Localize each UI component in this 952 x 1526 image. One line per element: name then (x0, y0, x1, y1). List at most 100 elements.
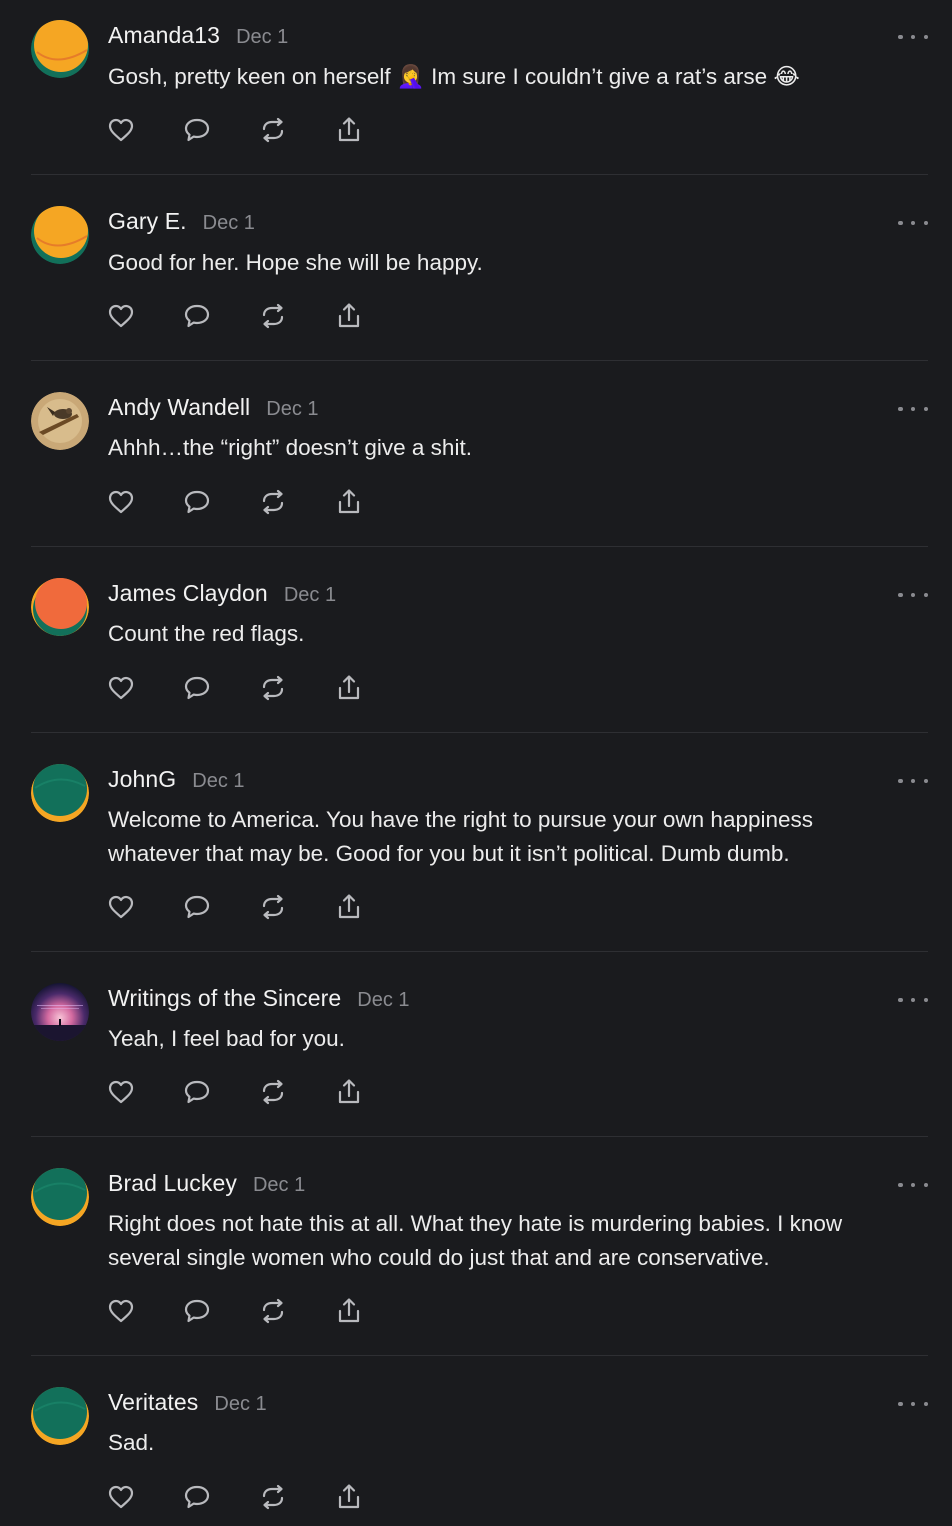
reply-button[interactable] (181, 1076, 213, 1108)
author-name[interactable]: Brad Luckey (108, 1170, 237, 1197)
like-button[interactable] (105, 1295, 137, 1327)
like-button[interactable] (105, 1481, 137, 1513)
heart-icon (108, 676, 134, 700)
restack-button[interactable] (257, 1295, 289, 1327)
heart-icon (108, 1485, 134, 1509)
reply-button[interactable] (181, 1481, 213, 1513)
comment-date[interactable]: Dec 1 (284, 584, 336, 607)
heart-icon (108, 304, 134, 328)
restack-button[interactable] (257, 891, 289, 923)
heart-icon (108, 490, 134, 514)
share-icon (338, 1484, 360, 1509)
heart-icon (108, 895, 134, 919)
share-button[interactable] (333, 1076, 365, 1108)
restack-button[interactable] (257, 114, 289, 146)
comment-body: Good for her. Hope she will be happy. (108, 246, 928, 280)
restack-button[interactable] (257, 1076, 289, 1108)
restack-button[interactable] (257, 300, 289, 332)
share-button[interactable] (333, 1295, 365, 1327)
comment-line: several single women who could do just t… (108, 1244, 770, 1270)
avatar[interactable] (31, 578, 89, 636)
reply-button[interactable] (181, 486, 213, 518)
comment-line: Good for her. Hope she will be happy. (108, 250, 483, 275)
comment-date[interactable]: Dec 1 (203, 212, 255, 235)
comment-date[interactable]: Dec 1 (266, 398, 318, 421)
like-button[interactable] (105, 300, 137, 332)
reply-button[interactable] (181, 1295, 213, 1327)
comment-line: Sad. (108, 1430, 155, 1455)
share-button[interactable] (333, 114, 365, 146)
like-button[interactable] (105, 891, 137, 923)
share-button[interactable] (333, 672, 365, 704)
author-name[interactable]: JohnG (108, 766, 176, 793)
comment-header: James Claydon Dec 1 (108, 580, 336, 610)
more-dots-icon[interactable] (898, 588, 928, 602)
more-dots-icon[interactable] (898, 1397, 928, 1411)
avatar[interactable] (31, 983, 89, 1041)
more-dots-icon[interactable] (898, 993, 928, 1007)
like-button[interactable] (105, 1076, 137, 1108)
share-button[interactable] (333, 891, 365, 923)
restack-icon (262, 117, 284, 143)
comment-date[interactable]: Dec 1 (253, 1174, 305, 1197)
avatar[interactable] (31, 1168, 89, 1226)
author-name[interactable]: Amanda13 (108, 22, 220, 49)
share-icon (338, 489, 360, 514)
divider (31, 1136, 928, 1137)
divider (31, 732, 928, 733)
share-button[interactable] (333, 486, 365, 518)
comment-header: Brad Luckey Dec 1 (108, 1170, 305, 1200)
comment-body: Gosh, pretty keen on herself 🤦‍♀️ Im sur… (108, 60, 928, 94)
comment-date[interactable]: Dec 1 (192, 770, 244, 793)
share-button[interactable] (333, 300, 365, 332)
restack-icon (262, 1079, 284, 1105)
more-dots-icon[interactable] (898, 30, 928, 44)
comment-date[interactable]: Dec 1 (357, 989, 409, 1012)
comment-line: Welcome to America. You have the right t… (108, 807, 814, 832)
avatar[interactable] (31, 1387, 89, 1445)
author-name[interactable]: James Claydon (108, 580, 268, 607)
comment-actions (105, 486, 409, 518)
comment-date[interactable]: Dec 1 (214, 1393, 266, 1416)
avatar[interactable] (31, 20, 89, 78)
like-button[interactable] (105, 114, 137, 146)
speech-bubble-icon (184, 895, 210, 919)
more-dots-icon[interactable] (898, 402, 928, 416)
like-button[interactable] (105, 672, 137, 704)
like-button[interactable] (105, 486, 137, 518)
reply-button[interactable] (181, 891, 213, 923)
comment-actions (105, 114, 409, 146)
comment-header: Andy Wandell Dec 1 (108, 394, 319, 424)
comment-date[interactable]: Dec 1 (236, 26, 288, 49)
more-dots-icon[interactable] (898, 1178, 928, 1192)
avatar[interactable] (31, 206, 89, 264)
author-name[interactable]: Andy Wandell (108, 394, 250, 421)
avatar[interactable] (31, 764, 89, 822)
share-icon (338, 675, 360, 700)
comment-body: Ahhh…the “right” doesn’t give a shit. (108, 431, 928, 465)
reply-button[interactable] (181, 300, 213, 332)
comment-line: Ahhh…the “right” doesn’t give a shit. (108, 435, 472, 460)
comment-actions (105, 1076, 409, 1108)
speech-bubble-icon (184, 118, 210, 142)
reply-button[interactable] (181, 114, 213, 146)
restack-button[interactable] (257, 672, 289, 704)
comment-actions (105, 672, 409, 704)
restack-button[interactable] (257, 1481, 289, 1513)
comment-line: Yeah, I feel bad for you. (108, 1026, 345, 1051)
restack-button[interactable] (257, 486, 289, 518)
speech-bubble-icon (184, 676, 210, 700)
reply-button[interactable] (181, 672, 213, 704)
speech-bubble-icon (184, 1299, 210, 1323)
avatar[interactable] (31, 392, 89, 450)
restack-icon (262, 303, 284, 329)
comment-header: JohnG Dec 1 (108, 766, 245, 796)
author-name[interactable]: Gary E. (108, 208, 187, 235)
author-name[interactable]: Veritates (108, 1389, 198, 1416)
comment-body: Right does not hate this at all. What th… (108, 1207, 928, 1274)
more-dots-icon[interactable] (898, 774, 928, 788)
share-button[interactable] (333, 1481, 365, 1513)
author-name[interactable]: Writings of the Sincere (108, 985, 341, 1012)
more-dots-icon[interactable] (898, 216, 928, 230)
share-icon (338, 117, 360, 142)
